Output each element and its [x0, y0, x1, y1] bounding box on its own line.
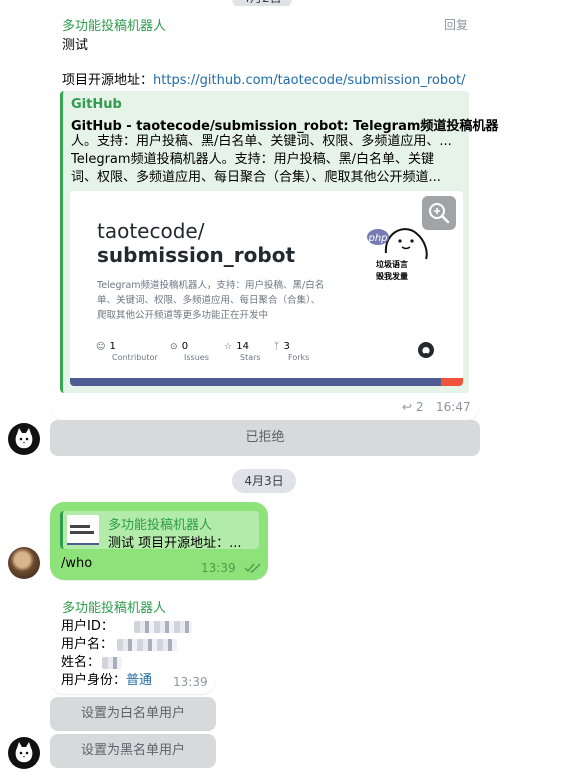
user-avatar[interactable]: [8, 547, 40, 579]
language-bar-accent: [441, 378, 463, 386]
whitelist-button[interactable]: 设置为白名单用户: [50, 697, 216, 731]
message-time: 13:39: [173, 675, 208, 689]
preview-image[interactable]: taotecode/ submission_robot Telegram频道投稿…: [70, 191, 463, 386]
rejected-status-button[interactable]: 已拒绝: [50, 420, 480, 456]
name-label: 姓名：: [61, 655, 101, 670]
stat-contributors: ☺ 1 Contributor: [96, 341, 158, 362]
user-id-redacted: [133, 620, 192, 633]
sticker-text-2: 毁我发量: [376, 272, 408, 281]
project-url-link[interactable]: https://github.com/taotecode/submission_…: [153, 73, 466, 88]
stat-issues: ⊙ 0 Issues: [170, 341, 209, 362]
date-pill: 4月3日: [232, 469, 296, 493]
user-id-row: 用户ID：: [61, 615, 192, 634]
username-row: 用户名：: [61, 633, 178, 652]
bot-avatar[interactable]: [8, 737, 40, 769]
username-label: 用户名：: [61, 637, 114, 652]
quote-thumbnail: [67, 515, 99, 545]
link-preview[interactable]: GitHub GitHub - taotecode/submission_rob…: [60, 91, 498, 393]
reply-arrow-icon: ↩: [402, 400, 413, 414]
repo-owner: taotecode/: [97, 219, 205, 243]
stat-stars: ☆ 14 Stars: [224, 341, 261, 362]
reply-button[interactable]: 回复: [444, 16, 468, 33]
repo-desc-2: 单、关键词、权限、多频道应用、每日聚合（合集）、: [97, 295, 321, 306]
name-redacted: [102, 656, 123, 669]
issue-icon: ⊙: [170, 342, 178, 352]
message-text: 测试: [62, 38, 89, 53]
quote-sender: 多功能投稿机器人: [108, 518, 213, 533]
preview-site-name: GitHub: [71, 97, 122, 112]
preview-description: Telegram频道投稿机器人。支持：用户投稿、黑/白名单、关键: [71, 152, 434, 167]
user-id-label: 用户ID：: [61, 619, 114, 634]
repo-name: submission_robot: [97, 243, 296, 267]
message-time: 13:39: [201, 561, 236, 575]
repo-desc: Telegram频道投稿机器人，支持：用户投稿、黑/白名: [97, 280, 325, 291]
role-row: 用户身份：普通: [61, 669, 152, 688]
preview-description-continued: 词、权限、多频道应用、每日聚合（合集）、爬取其他公开频道...: [71, 170, 441, 185]
quoted-message[interactable]: 多功能投稿机器人 测试 项目开源地址：...: [60, 511, 259, 551]
blacklist-button[interactable]: 设置为黑名单用户: [50, 734, 216, 768]
preview-title-continued: 人。支持：用户投稿、黑/白名单、关键词、权限、多频道应用、...: [71, 134, 452, 149]
fork-icon: ᛉ: [274, 342, 280, 352]
project-line: 项目开源地址：https://github.com/taotecode/subm…: [62, 69, 466, 88]
preview-title: GitHub - taotecode/submission_robot: Tel…: [71, 119, 499, 134]
message-text: /who: [61, 556, 93, 571]
reply-count[interactable]: ↩ 2: [402, 400, 424, 414]
name-row: 姓名：: [61, 651, 123, 670]
zoom-icon[interactable]: [422, 196, 456, 230]
project-label: 项目开源地址：: [62, 73, 154, 88]
role-value[interactable]: 普通: [126, 673, 152, 688]
role-label: 用户身份：: [61, 673, 127, 688]
bot-message-bubble[interactable]: 多功能投稿机器人 回复 测试 项目开源地址：https://github.com…: [50, 6, 498, 420]
sender-name[interactable]: 多功能投稿机器人: [62, 15, 166, 34]
outgoing-message-bubble[interactable]: 多功能投稿机器人 测试 项目开源地址：... /who 13:39: [50, 502, 268, 580]
people-icon: ☺: [96, 342, 106, 352]
sticker-text-1: 垃圾语言: [376, 260, 408, 269]
user-info-bubble[interactable]: 多功能投稿机器人 用户ID： 用户名： 姓名： 用户身份：普通 13:39: [50, 590, 216, 694]
language-bar: [70, 378, 441, 386]
bot-avatar[interactable]: [8, 423, 40, 455]
sender-name[interactable]: 多功能投稿机器人: [62, 597, 166, 616]
read-check-icon: [244, 562, 262, 577]
message-time: 16:47: [436, 400, 471, 414]
stat-forks: ᛉ 3 Forks: [274, 341, 310, 362]
svg-text:php: php: [367, 233, 387, 244]
star-icon: ☆: [224, 342, 233, 352]
username-redacted: [117, 638, 178, 651]
quote-text: 测试 项目开源地址：...: [108, 536, 242, 551]
github-icon: [418, 342, 434, 358]
repo-desc-3: 爬取其他公开频道等更多功能正在开发中: [97, 310, 269, 321]
